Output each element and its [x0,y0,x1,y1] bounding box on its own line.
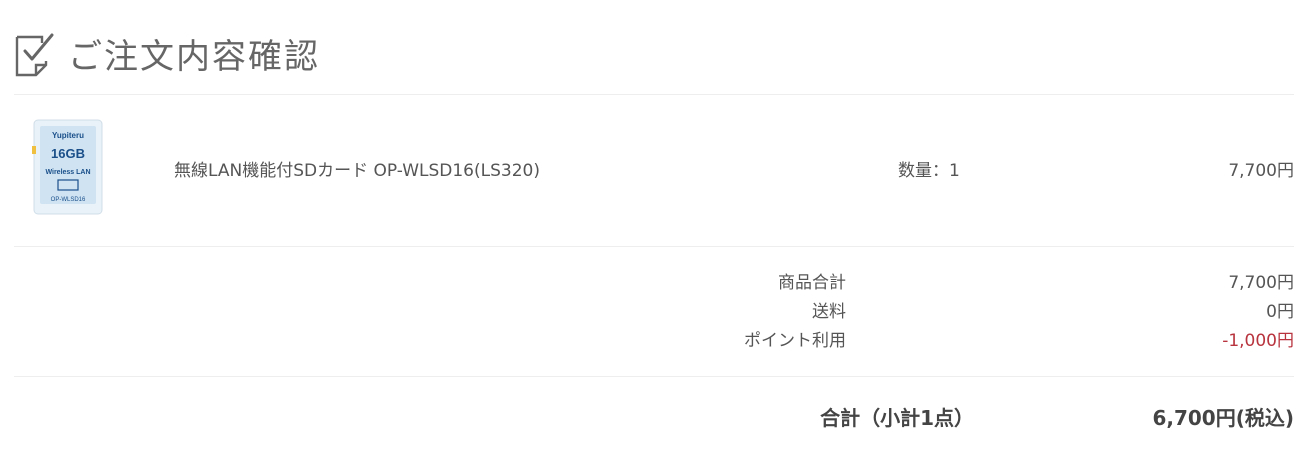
order-checklist-icon [14,31,56,83]
quantity-label: 数量 [898,161,932,181]
product-image-caption: Wireless LAN [45,169,90,176]
header-divider [14,94,1294,95]
product-quantity: 数量：1 [898,158,960,184]
quantity-separator: ： [932,161,949,181]
total-value: 6,700円(税込) [1152,406,1294,430]
product-image-model: OP-WLSD16 [51,197,86,203]
subtotal-value: 7,700円 [1228,273,1294,293]
summary-row-points: ポイント利用 -1,000円 [0,326,1312,356]
shipping-value: 0円 [1266,302,1294,322]
product-line-price: 7,700円 [1228,161,1294,181]
order-confirmation-page: ご注文内容確認 Yupiteru 16GB Wireless LAN OP-WL… [0,0,1312,462]
product-divider [14,246,1294,247]
points-label: ポイント利用 [744,331,846,351]
summary-row-shipping: 送料 0円 [0,297,1312,327]
product-name: 無線LAN機能付SDカード OP-WLSD16(LS320) [174,161,540,181]
quantity-value: 1 [949,161,960,181]
product-thumbnail: Yupiteru 16GB Wireless LAN OP-WLSD16 [32,118,104,216]
order-total: 合計（小計1点） 6,700円(税込) [0,400,1312,436]
product-image-capacity: 16GB [51,146,85,161]
product-image-brand: Yupiteru [52,131,84,140]
page-header: ご注文内容確認 [14,10,320,104]
summary-row-subtotal: 商品合計 7,700円 [0,268,1312,298]
page-title: ご注文内容確認 [68,36,320,77]
summary-divider [14,376,1294,377]
shipping-label: 送料 [812,302,846,322]
total-label: 合計（小計1点） [820,406,974,430]
subtotal-label: 商品合計 [778,273,846,293]
points-value: -1,000円 [1222,331,1294,351]
